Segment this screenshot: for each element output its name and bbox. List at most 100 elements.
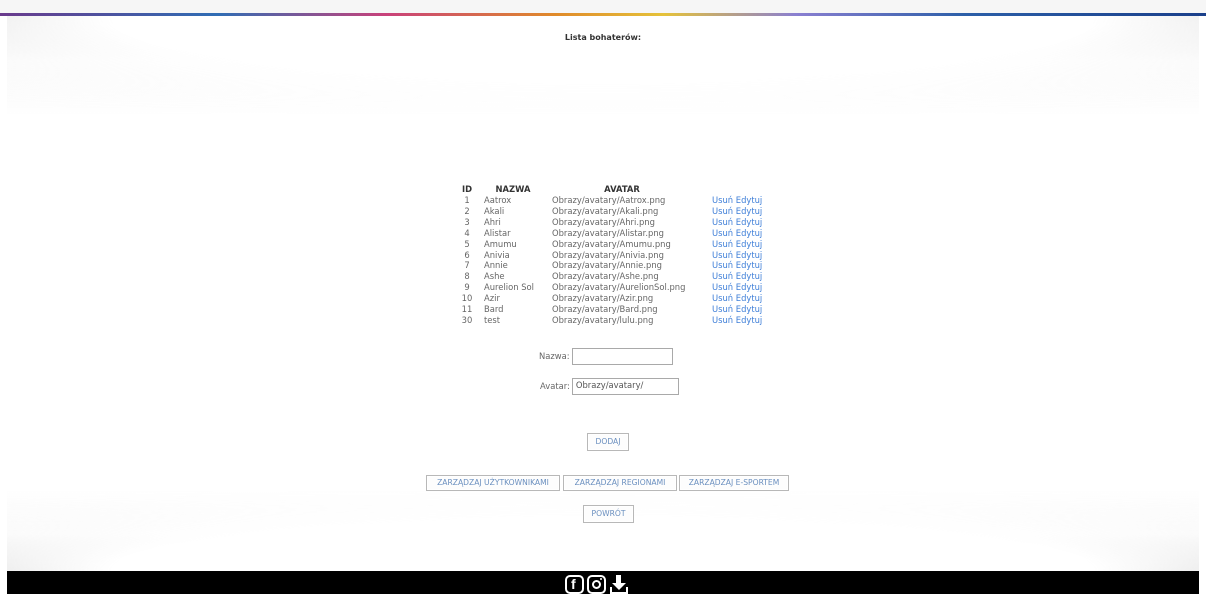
hero-avatar-path: Obrazy/avatary/Ashe.png <box>552 271 659 282</box>
manage-users-button[interactable]: ZARZĄDZAJ UŻYTKOWNIKAMI <box>426 475 560 491</box>
heroes-table: ID NAZWA AVATAR 1 Aatrox Obrazy/avatary/Aa… <box>455 183 767 326</box>
hero-avatar-path: Obrazy/avatary/lulu.png <box>552 314 654 325</box>
hero-avatar-path: Obrazy/avatary/Alistar.png <box>552 227 664 238</box>
row-actions: Usuń Edytuj <box>697 293 767 304</box>
hero-id: 2 <box>464 205 470 216</box>
delete-link[interactable]: Usuń <box>712 304 733 314</box>
hero-id: 6 <box>464 249 470 260</box>
row-actions: Usuń Edytuj <box>697 217 767 228</box>
hero-avatar-path: Obrazy/avatary/Amumu.png <box>552 238 671 249</box>
hero-name: Ahri <box>484 216 501 227</box>
hero-avatar-path: Obrazy/avatary/Bard.png <box>552 304 658 315</box>
hero-name: Akali <box>484 205 505 216</box>
hero-avatar-path: Obrazy/avatary/Ahri.png <box>552 216 655 227</box>
name-input[interactable] <box>571 348 673 365</box>
edit-link[interactable]: Edytuj <box>736 304 762 314</box>
hero-name: Azir <box>484 293 500 304</box>
avatar-form-row: Avatar: Obrazy/avatary/ <box>540 378 679 395</box>
edit-link[interactable]: Edytuj <box>736 195 762 205</box>
avatar-input[interactable]: Obrazy/avatary/ <box>571 378 679 395</box>
add-button[interactable]: DODAJ <box>587 433 629 451</box>
row-actions: Usuń Edytuj <box>697 304 767 315</box>
page-title: Lista bohaterów: <box>564 33 642 42</box>
row-actions: Usuń Edytuj <box>697 195 767 206</box>
instagram-icon[interactable] <box>587 575 606 594</box>
delete-link[interactable]: Usuń <box>712 282 733 292</box>
delete-link[interactable]: Usuń <box>712 271 733 281</box>
edit-link[interactable]: Edytuj <box>736 315 762 325</box>
hero-avatar-path: Obrazy/avatary/Azir.png <box>552 293 654 304</box>
row-actions: Usuń Edytuj <box>697 315 767 326</box>
edit-link[interactable]: Edytuj <box>736 260 762 270</box>
edit-link[interactable]: Edytuj <box>736 282 762 292</box>
edit-link[interactable]: Edytuj <box>736 228 762 238</box>
table-row: 9 Aurelion Sol Obrazy/avatary/AurelionSol.… <box>455 282 767 293</box>
table-row: 8 Ashe Obrazy/avatary/Ashe.png Usuń Edytuj <box>455 271 767 282</box>
hero-id: 1 <box>464 195 470 205</box>
table-row: 1 Aatrox Obrazy/avatary/Aatrox.png Usuń Edy… <box>455 195 767 206</box>
hero-name: Annie <box>484 260 508 271</box>
hero-name: Ashe <box>484 271 505 282</box>
hero-name: Aatrox <box>484 195 512 205</box>
hero-id: 7 <box>464 260 470 271</box>
edit-link[interactable]: Edytuj <box>736 271 762 281</box>
edit-link[interactable]: Edytuj <box>736 293 762 303</box>
hero-name: Amumu <box>484 238 517 249</box>
column-header-name: NAZWA <box>495 184 531 194</box>
hero-id: 3 <box>464 216 470 227</box>
row-actions: Usuń Edytuj <box>697 228 767 239</box>
hero-name: Alistar <box>484 227 511 238</box>
delete-link[interactable]: Usuń <box>712 250 733 260</box>
column-header-avatar: AVATAR <box>604 184 640 194</box>
table-row: 3 Ahri Obrazy/avatary/Ahri.png Usuń Edytuj <box>455 217 767 228</box>
hero-id: 4 <box>464 227 470 238</box>
delete-link[interactable]: Usuń <box>712 315 733 325</box>
delete-link[interactable]: Usuń <box>712 228 733 238</box>
table-row: 2 Akali Obrazy/avatary/Akali.png Usuń Edytu… <box>455 206 767 217</box>
hero-id: 5 <box>464 238 470 249</box>
hero-id: 11 <box>461 304 473 315</box>
edit-link[interactable]: Edytuj <box>736 239 762 249</box>
name-label: Nazwa: <box>539 351 570 361</box>
hero-name: Bard <box>484 304 504 315</box>
edit-link[interactable]: Edytuj <box>736 250 762 260</box>
column-header-id: ID <box>461 184 473 194</box>
edit-link[interactable]: Edytuj <box>736 206 762 216</box>
row-actions: Usuń Edytuj <box>697 206 767 217</box>
hero-avatar-path: Obrazy/avatary/Akali.png <box>552 205 659 216</box>
table-row: 7 Annie Obrazy/avatary/Annie.png Usuń Edytu… <box>455 260 767 271</box>
browser-top-strip <box>0 0 1206 13</box>
avatar-label: Avatar: <box>540 381 570 391</box>
row-actions: Usuń Edytuj <box>697 250 767 261</box>
delete-link[interactable]: Usuń <box>712 217 733 227</box>
delete-link[interactable]: Usuń <box>712 260 733 270</box>
back-button[interactable]: POWRÓT <box>583 505 634 523</box>
table-row: 6 Anivia Obrazy/avatary/Anivia.png Usuń Edy… <box>455 250 767 261</box>
hero-id: 8 <box>464 271 470 282</box>
row-actions: Usuń Edytuj <box>697 282 767 293</box>
hero-avatar-path: Obrazy/avatary/AurelionSol.png <box>552 282 686 293</box>
panel-shadow-top <box>7 16 1199 116</box>
name-form-row: Nazwa: <box>539 348 673 365</box>
edit-link[interactable]: Edytuj <box>736 217 762 227</box>
row-actions: Usuń Edytuj <box>697 239 767 250</box>
row-actions: Usuń Edytuj <box>697 260 767 271</box>
delete-link[interactable]: Usuń <box>712 195 733 205</box>
column-header-actions <box>697 183 767 195</box>
hero-avatar-path: Obrazy/avatary/Aatrox.png <box>552 195 666 205</box>
delete-link[interactable]: Usuń <box>712 206 733 216</box>
manage-regions-button[interactable]: ZARZĄDZAJ REGIONAMI <box>563 475 677 491</box>
facebook-icon[interactable]: f <box>565 575 584 594</box>
delete-link[interactable]: Usuń <box>712 293 733 303</box>
manage-esport-button[interactable]: ZARZĄDZAJ E-SPORTEM <box>679 475 789 491</box>
hero-name: Aurelion Sol <box>484 282 534 293</box>
delete-link[interactable]: Usuń <box>712 239 733 249</box>
row-actions: Usuń Edytuj <box>697 271 767 282</box>
download-icon[interactable] <box>610 575 629 594</box>
table-row: 11 Bard Obrazy/avatary/Bard.png Usuń Edytuj <box>455 304 767 315</box>
table-row: 30 test Obrazy/avatary/lulu.png Usuń Edytuj <box>455 315 767 326</box>
hero-avatar-path: Obrazy/avatary/Anivia.png <box>552 249 664 260</box>
hero-name: test <box>484 314 501 325</box>
panel-shadow-bottom <box>7 490 1199 571</box>
hero-id: 9 <box>464 282 470 293</box>
